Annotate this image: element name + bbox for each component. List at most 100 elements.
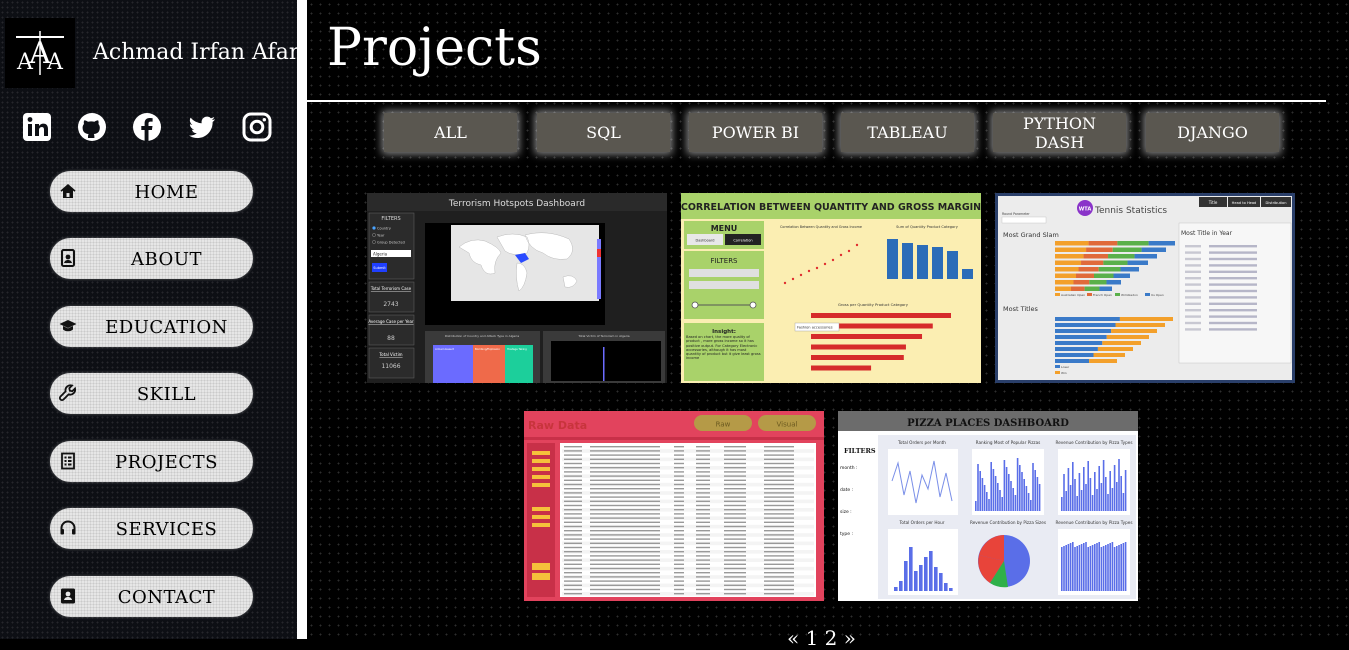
raw-data-cell — [724, 559, 746, 561]
nav-skill[interactable]: SKILL — [50, 373, 253, 414]
tennis-legend-3: Us Open — [1151, 293, 1164, 297]
raw-data-cell — [696, 496, 710, 498]
raw-data-cell — [674, 576, 684, 578]
terrorism-legend-0: Armed Assault — [435, 347, 454, 351]
pizza-filters-label: FILTERS — [844, 447, 876, 455]
raw-data-cell — [590, 593, 660, 595]
pizza-types-bar-2 — [1078, 545, 1081, 591]
tennis-side-year — [1185, 251, 1201, 254]
correlation-title: CORRELATION BETWEEN QUANTITY AND GROSS M… — [681, 202, 981, 213]
instagram-icon[interactable] — [242, 112, 272, 142]
terrorism-total-label: Total Terrorism Case — [370, 286, 412, 291]
raw-data-cell — [724, 483, 746, 486]
nav-contact[interactable]: CONTACT — [50, 576, 253, 617]
pizza-chart-4-title: Revenue Contribution by Pizza Sizes — [970, 520, 1046, 525]
pizza-types-bar — [1067, 468, 1070, 511]
pizza-types-bar — [1087, 461, 1089, 511]
nav-services[interactable]: SERVICES — [50, 508, 253, 549]
raw-data-cell — [696, 504, 710, 507]
tennis-side-row — [1209, 315, 1257, 318]
logo[interactable]: A A A — [5, 18, 75, 88]
raw-data-cell — [564, 559, 582, 561]
raw-data-cell — [590, 576, 660, 578]
pizza-ranking-bar — [1032, 463, 1034, 511]
pagination[interactable]: « 1 2 » — [787, 626, 856, 650]
project-card-tennis[interactable]: WTA Tennis Statistics Round Parameter Ti… — [995, 193, 1295, 383]
pizza-ranking-bar — [997, 483, 999, 511]
raw-data-cell — [564, 462, 582, 465]
raw-data-cell — [724, 475, 746, 477]
filter-django-button[interactable]: DJANGO — [1146, 113, 1279, 152]
main-content: Projects ALL SQL POWER BI TABLEAU PYTHON… — [307, 0, 1349, 650]
raw-data-cell — [674, 500, 684, 502]
pizza-types-bar — [1098, 466, 1100, 511]
raw-data-cell — [724, 488, 746, 490]
pizza-ranking-bar — [988, 499, 990, 511]
pizza-filter-month: month : — [840, 465, 858, 471]
raw-data-cell — [724, 580, 746, 582]
raw-data-cell — [764, 500, 794, 502]
tennis-legend-2: Wimbledon — [1121, 293, 1138, 297]
raw-data-cell — [564, 446, 582, 448]
raw-data-cell — [564, 584, 582, 586]
github-icon[interactable] — [77, 112, 107, 142]
filter-python-dash-button[interactable]: PYTHON DASH — [993, 113, 1126, 152]
raw-data-cell — [564, 517, 582, 519]
terrorism-total-value: 2743 — [383, 301, 398, 308]
tennis-tab-h2h: Head to Head — [1232, 201, 1257, 205]
raw-data-cell — [764, 525, 794, 528]
project-card-raw-data[interactable]: Raw Data Raw Visual — [524, 411, 824, 601]
filter-tableau-button[interactable]: TABLEAU — [841, 113, 974, 152]
tennis-titles-segment — [1055, 353, 1094, 357]
nav-projects[interactable]: PROJECTS — [50, 441, 253, 482]
raw-data-cell — [696, 454, 710, 456]
tennis-side-year — [1185, 289, 1201, 293]
nav-home[interactable]: HOME — [50, 171, 253, 212]
twitter-icon[interactable] — [187, 112, 217, 142]
pizza-ranking-bar — [979, 471, 981, 511]
raw-data-cell — [764, 584, 794, 586]
pizza-types-bar-2 — [1102, 546, 1105, 591]
raw-data-cell — [564, 567, 582, 570]
raw-data-cell — [696, 462, 710, 465]
raw-data-cell — [564, 588, 582, 591]
raw-data-cell — [590, 559, 660, 561]
pizza-hour-bar — [914, 571, 918, 591]
facebook-icon[interactable] — [132, 112, 162, 142]
filter-sql-button[interactable]: SQL — [537, 113, 670, 152]
tennis-side-row — [1209, 328, 1257, 331]
raw-data-cell — [696, 551, 710, 553]
raw-data-cell — [590, 450, 660, 452]
filter-all-button[interactable]: ALL — [384, 113, 517, 152]
raw-data-cell — [674, 458, 684, 460]
linkedin-icon[interactable] — [22, 112, 52, 142]
raw-data-cell — [590, 496, 660, 498]
pizza-ranking-bar — [975, 501, 977, 511]
tennis-grand-slam-segment — [1055, 267, 1079, 272]
pizza-types-bar-2 — [1118, 545, 1120, 591]
sidebar-divider — [297, 0, 307, 639]
tennis-grand-slam-segment — [1083, 254, 1109, 259]
project-card-terrorism[interactable]: Terrorism Hotspots Dashboard FILTERS Cou… — [367, 193, 667, 383]
raw-data-cell — [564, 534, 582, 536]
pizza-types-bar-2 — [1061, 547, 1063, 591]
project-card-pizza[interactable]: PIZZA PLACES DASHBOARD FILTERS month : d… — [838, 411, 1138, 601]
pizza-ranking-bar — [1003, 460, 1006, 511]
nav-education[interactable]: EDUCATION — [50, 306, 253, 347]
raw-data-cell — [696, 458, 710, 460]
raw-data-cell — [590, 475, 660, 477]
raw-data-cell — [724, 504, 746, 507]
tennis-grand-slam-segment — [1055, 286, 1071, 291]
pizza-hour-bar — [934, 567, 938, 591]
pizza-hour-bar — [924, 557, 928, 591]
project-card-correlation[interactable]: CORRELATION BETWEEN QUANTITY AND GROSS M… — [681, 193, 981, 383]
raw-data-cell — [696, 530, 710, 532]
raw-data-cell — [724, 567, 746, 570]
raw-data-cell — [674, 450, 684, 452]
pizza-types-bar-2 — [1072, 542, 1074, 591]
filter-power-bi-button[interactable]: POWER BI — [689, 113, 822, 152]
pizza-ranking-bar — [1021, 472, 1023, 511]
raw-data-cell — [764, 471, 794, 473]
nav-about[interactable]: ABOUT — [50, 238, 253, 279]
raw-data-cell — [764, 488, 794, 490]
